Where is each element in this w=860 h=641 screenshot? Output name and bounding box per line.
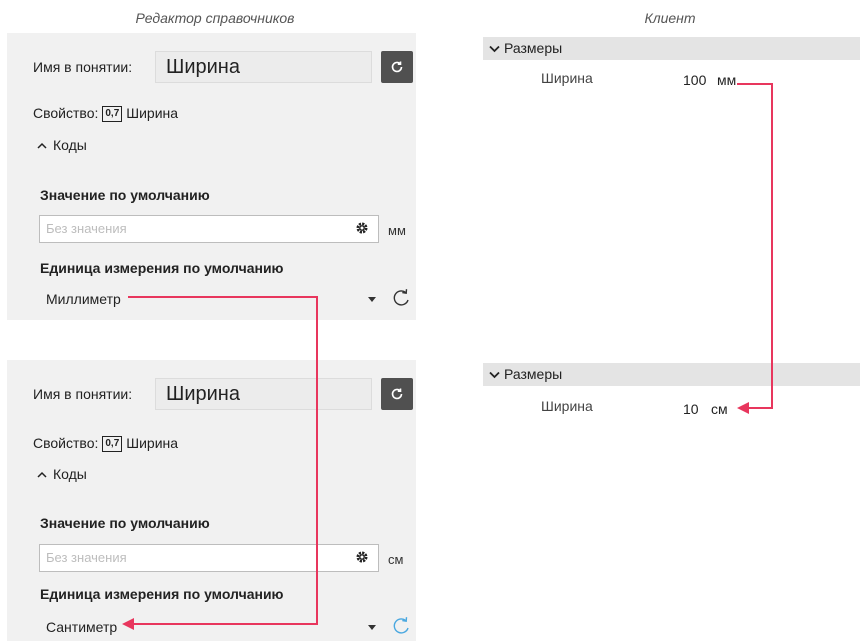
name-input[interactable]: Ширина [155,51,372,83]
codes-label: Коды [53,466,87,482]
default-unit-title: Единица измерения по умолчанию [40,260,284,276]
client-group-label: Размеры [504,366,563,382]
name-input[interactable]: Ширина [155,378,372,410]
property-value[interactable]: Ширина [126,105,178,121]
gear-icon[interactable] [354,549,370,565]
client-field-unit: см [711,401,728,417]
default-value-input[interactable]: Без значения [39,544,379,572]
property-badge: 0,7 [102,106,123,123]
chevron-up-icon [37,471,47,478]
name-label: Имя в понятии: [33,386,133,402]
default-value-placeholder: Без значения [46,221,127,236]
refresh-button[interactable] [381,51,413,83]
chevron-down-icon [489,371,500,379]
chevron-down-icon [489,45,500,53]
refresh-button[interactable] [381,378,413,410]
property-row: Свойство: 0,7 Ширина [33,435,178,453]
client-caption: Клиент [644,10,696,26]
client-field-value: 10 [683,401,699,417]
chevron-down-icon[interactable] [368,297,376,302]
property-badge: 0,7 [102,436,123,453]
editor-panel-bottom: Имя в понятии: Ширина Свойство: 0,7 Ширина… [7,360,416,641]
name-label: Имя в понятии: [33,59,133,75]
client-field-value: 100 [683,72,707,88]
codes-toggle[interactable]: Коды [37,137,87,153]
property-row: Свойство: 0,7 Ширина [33,105,178,123]
reset-icon[interactable] [391,615,413,637]
property-value[interactable]: Ширина [126,435,178,451]
refresh-icon [391,61,403,73]
default-value-title: Значение по умолчанию [40,515,210,531]
client-group-header-top[interactable]: Размеры [483,37,860,60]
default-unit-title: Единица измерения по умолчанию [40,586,284,602]
default-unit-select[interactable]: Миллиметр [46,291,121,307]
property-label: Свойство: [33,105,99,121]
default-value-unit: мм [388,223,406,238]
default-value-unit: см [388,552,404,567]
codes-label: Коды [53,137,87,153]
editor-caption: Редактор справочников [135,10,295,26]
gear-icon[interactable] [354,220,370,236]
client-group-header-bottom[interactable]: Размеры [483,363,860,386]
client-field-label: Ширина [541,70,593,86]
client-group-label: Размеры [504,40,563,56]
refresh-icon [391,388,403,400]
editor-panel-top: Имя в понятии: Ширина Свойство: 0,7 Ширина… [7,33,416,320]
default-unit-select[interactable]: Сантиметр [46,619,117,635]
default-value-input[interactable]: Без значения [39,215,379,243]
codes-toggle[interactable]: Коды [37,466,87,482]
client-field-label: Ширина [541,398,593,414]
chevron-up-icon [37,142,47,149]
chevron-down-icon[interactable] [368,625,376,630]
default-value-title: Значение по умолчанию [40,187,210,203]
default-value-placeholder: Без значения [46,550,127,565]
reset-icon[interactable] [391,287,413,309]
property-label: Свойство: [33,435,99,451]
client-field-unit: мм [717,72,737,88]
